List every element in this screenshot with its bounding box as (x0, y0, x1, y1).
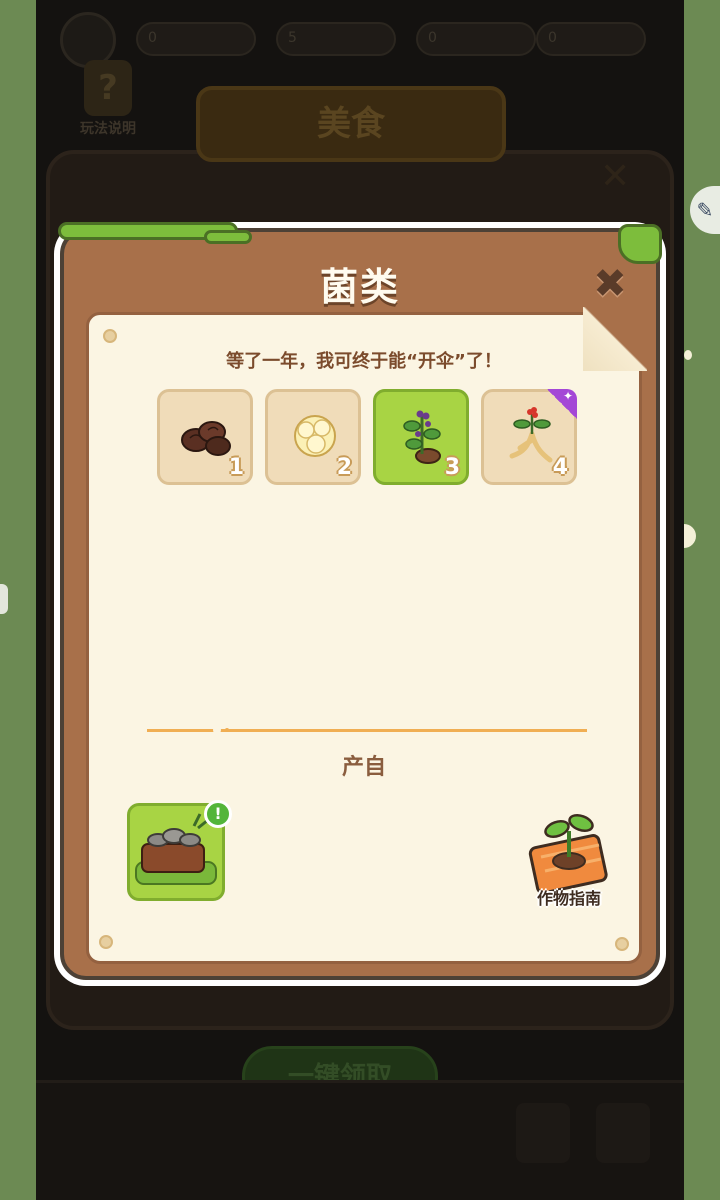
resource-chip: 0 (136, 22, 256, 56)
fungi-modal: 菌类 ✖ 等了一年，我可终于能“开伞”了！ 1 2 3 ✦ 4 产自 ! 作物指… (54, 222, 666, 986)
section-divider (147, 726, 587, 734)
left-edge-handle[interactable] (0, 584, 8, 614)
right-side-bar: ✎ (684, 0, 720, 1200)
item-level-number: 4 (552, 455, 568, 480)
item-level-1[interactable]: 1 (157, 389, 253, 485)
resource-chip: 0 (536, 22, 646, 56)
edit-pencil-icon[interactable]: ✎ (690, 186, 720, 234)
source-label: 产自 (341, 755, 386, 780)
resource-chip: 0 (416, 22, 536, 56)
modal-frame: 菌类 ✖ 等了一年，我可终于能“开伞”了！ 1 2 3 ✦ 4 产自 ! 作物指… (58, 222, 662, 980)
item-level-number: 2 (336, 455, 352, 480)
info-paper: 等了一年，我可终于能“开伞”了！ 1 2 3 ✦ 4 产自 ! 作物指南 (86, 307, 647, 964)
paper-pin (615, 937, 629, 951)
item-level-4[interactable]: ✦ 4 (481, 389, 577, 485)
help-label: 玩法说明 (80, 121, 136, 137)
paper-pin (99, 935, 113, 949)
crop-guide-label: 作物指南 (536, 889, 601, 908)
item-level-number: 3 (444, 455, 460, 480)
modal-title: 菌类 (319, 265, 400, 309)
item-level-number: 1 (228, 455, 244, 480)
bottom-box (516, 1103, 570, 1163)
close-icon[interactable]: ✖ (590, 264, 630, 304)
divider-dot (225, 728, 229, 732)
item-list: 1 2 3 ✦ 4 (157, 389, 577, 485)
background-bottom-bar (36, 1080, 684, 1200)
background-banner: 美食 (196, 86, 506, 162)
paper-pin (103, 329, 117, 343)
bottom-box (596, 1103, 650, 1163)
source-mushroom-farm[interactable]: ! (127, 800, 232, 901)
alert-badge: ! (204, 800, 232, 828)
help-button: ? 玩法说明 (68, 60, 148, 138)
resource-chip: 5 (276, 22, 396, 56)
item-level-3[interactable]: 3 (373, 389, 469, 485)
crop-guide-button[interactable]: 作物指南 (519, 805, 619, 915)
question-book-icon: ? (84, 60, 132, 116)
grass-decoration (204, 230, 252, 244)
background-close-icon: ✕ (600, 156, 631, 197)
sprout-guide-icon (528, 813, 608, 895)
divider-gap (213, 726, 221, 734)
item-level-2[interactable]: 2 (265, 389, 361, 485)
decor-dot (684, 350, 692, 360)
flavor-quote: 等了一年，我可终于能“开伞”了！ (226, 351, 502, 372)
